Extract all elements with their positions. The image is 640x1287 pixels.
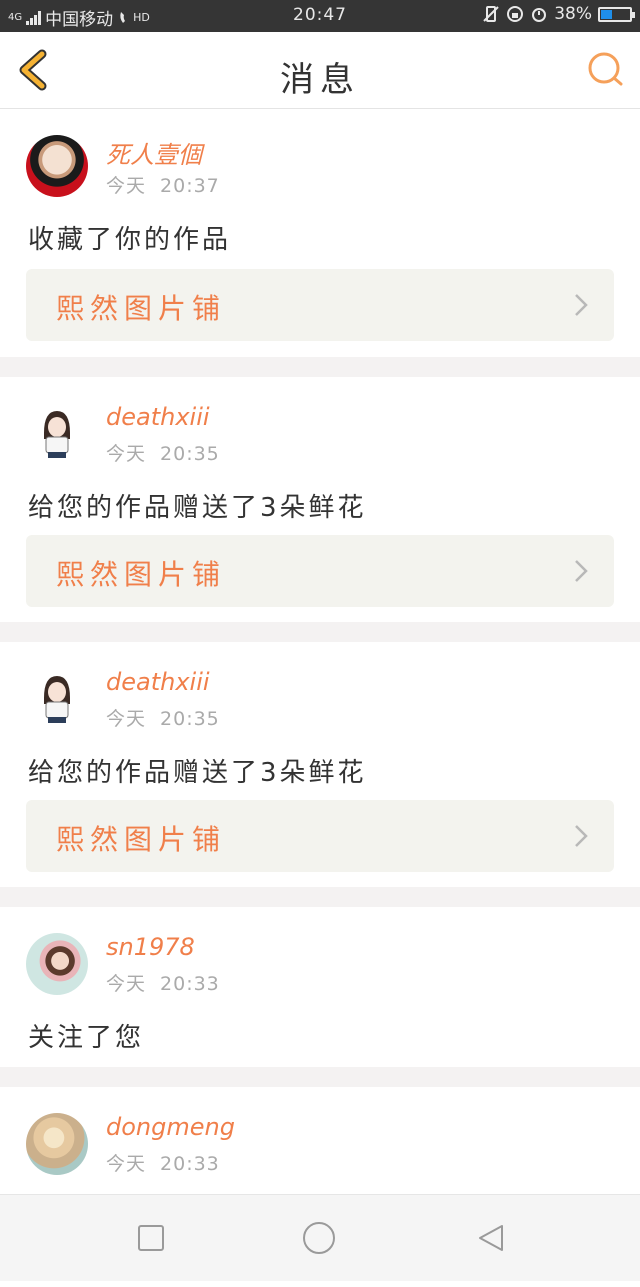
notification-list: 死人壹個 今天 20:37 收藏了你的作品 熙然图片铺 deathxiii 今天 2… [0,109,640,1287]
avatar[interactable] [26,668,88,730]
chevron-right-icon [575,294,588,316]
timestamp-time: 20:37 [160,175,220,197]
avatar[interactable] [26,403,88,465]
vibrate-off-icon [483,6,499,22]
cartoon-girl-avatar [44,411,70,458]
rotation-lock-icon [507,6,524,22]
username[interactable]: 死人壹個 [106,135,202,170]
alarm-icon [532,8,547,22]
page-title: 消息 [280,60,360,100]
work-link-label: 熙然图片铺 [56,558,227,591]
square-recents-icon[interactable] [136,1223,166,1253]
circle-home-icon[interactable] [302,1221,336,1255]
timestamp: 今天 20:33 [106,969,220,996]
battery-level [601,9,612,19]
avatar[interactable] [26,1113,88,1175]
triangle-back-icon[interactable] [476,1223,506,1253]
timestamp: 今天 20:37 [106,171,220,198]
timestamp-day: 今天 [106,1153,147,1175]
notification-card: 死人壹個 今天 20:37 收藏了你的作品 熙然图片铺 [0,109,640,357]
timestamp-day: 今天 [106,708,147,730]
avatar[interactable] [26,933,88,995]
notification-card: deathxiii 今天 20:35 给您的作品赠送了3朵鲜花 熙然图片铺 [0,377,640,622]
notification-card: sn1978 今天 20:33 关注了您 [0,907,640,1067]
notification-message: 给您的作品赠送了3朵鲜花 [28,758,367,788]
work-link-label: 熙然图片铺 [56,292,227,325]
work-link[interactable]: 熙然图片铺 [26,269,614,341]
notification-message: 关注了您 [28,1023,145,1053]
timestamp-day: 今天 [106,443,147,465]
timestamp: 今天 20:33 [106,1149,220,1176]
notification-card: deathxiii 今天 20:35 给您的作品赠送了3朵鲜花 熙然图片铺 [0,642,640,887]
work-link-label: 熙然图片铺 [56,823,227,856]
notification-message: 收藏了你的作品 [28,225,232,255]
timestamp-time: 20:33 [160,973,220,995]
chevron-right-icon [575,560,588,582]
notification-message: 给您的作品赠送了3朵鲜花 [28,493,367,523]
timestamp-day: 今天 [106,973,147,995]
battery-icon [598,6,635,22]
system-nav-bar [0,1194,640,1281]
battery-percent: 38% [554,4,592,24]
timestamp: 今天 20:35 [106,704,220,731]
timestamp-time: 20:35 [160,443,220,465]
username[interactable]: sn1978 [106,933,195,961]
timestamp: 今天 20:35 [106,439,220,466]
status-bar: 4G 中国移动 HD 20:47 38% [0,0,640,32]
username[interactable]: dongmeng [106,1113,235,1141]
work-link[interactable]: 熙然图片铺 [26,800,614,872]
work-link[interactable]: 熙然图片铺 [26,535,614,607]
username[interactable]: deathxiii [106,403,210,431]
status-right: 38% [482,4,635,24]
chevron-right-icon [575,825,588,847]
timestamp-time: 20:33 [160,1153,220,1175]
avatar[interactable] [26,135,88,197]
timestamp-day: 今天 [106,175,147,197]
cartoon-girl-avatar [44,676,70,723]
timestamp-time: 20:35 [160,708,220,730]
username[interactable]: deathxiii [106,668,210,696]
app-header: 消息 [0,32,640,109]
search-icon[interactable] [586,50,626,90]
